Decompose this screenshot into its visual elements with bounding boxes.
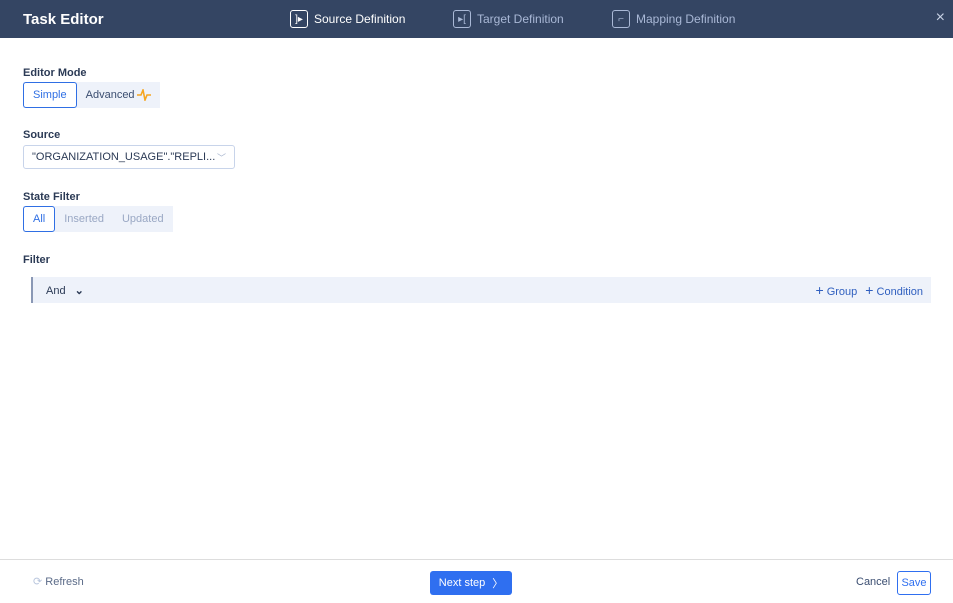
filter-label: Filter (23, 254, 50, 266)
refresh-icon: ⟳ (33, 576, 43, 588)
chevron-down-icon: ⌄ (74, 284, 84, 297)
mode-advanced[interactable]: Advanced (77, 82, 160, 108)
plus-icon: + (815, 282, 824, 298)
add-group-label: Group (826, 286, 858, 298)
tab-target-definition[interactable]: ▸[ Target Definition (453, 10, 564, 28)
mapping-icon: ⌐ (612, 10, 630, 28)
mode-simple[interactable]: Simple (23, 82, 77, 108)
next-step-button[interactable]: Next step 〉 (430, 571, 512, 595)
tab-mapping-definition[interactable]: ⌐ Mapping Definition (612, 10, 735, 28)
state-filter-label: State Filter (23, 191, 80, 203)
tab-source-definition[interactable]: ]▸ Source Definition (290, 10, 405, 28)
state-filter-toggle: All Inserted Updated (23, 206, 173, 232)
save-button[interactable]: Save (897, 571, 931, 595)
source-icon: ]▸ (290, 10, 308, 28)
footer: ⟳ Refresh Next step 〉 Cancel Save (0, 559, 953, 603)
filter-group: And ⌄ + Group + Condition (31, 277, 931, 303)
state-inserted[interactable]: Inserted (55, 206, 113, 232)
operator-select[interactable]: And ⌄ (46, 284, 84, 297)
editor-mode-label: Editor Mode (23, 67, 87, 79)
next-label: Next step (438, 577, 486, 589)
chevron-down-icon: ﹀ (216, 152, 226, 163)
refresh-label: Refresh (45, 576, 84, 588)
chevron-right-icon: 〉 (492, 578, 504, 590)
source-select[interactable]: "ORGANIZATION_USAGE"."REPLI... ﹀ (23, 145, 235, 169)
state-updated[interactable]: Updated (113, 206, 173, 232)
tab-label: Mapping Definition (636, 12, 736, 26)
source-label: Source (23, 129, 61, 141)
page-title: Task Editor (23, 11, 104, 28)
add-group-button[interactable]: + Group (815, 282, 857, 298)
state-all[interactable]: All (23, 206, 56, 232)
add-condition-button[interactable]: + Condition (865, 282, 923, 298)
pulse-icon (136, 89, 151, 101)
operator-value: And (46, 284, 66, 297)
target-icon: ▸[ (453, 10, 471, 28)
mode-advanced-label: Advanced (85, 89, 135, 101)
editor-mode-toggle: Simple Advanced (23, 82, 160, 108)
add-condition-label: Condition (876, 286, 923, 298)
close-icon[interactable]: × (936, 9, 945, 27)
refresh-button[interactable]: ⟳ Refresh (33, 575, 84, 588)
header: Task Editor ]▸ Source Definition ▸[ Target… (0, 0, 953, 38)
source-value: "ORGANIZATION_USAGE"."REPLI... (32, 151, 216, 163)
cancel-button[interactable]: Cancel (856, 576, 890, 588)
plus-icon: + (865, 282, 874, 298)
tab-label: Target Definition (477, 12, 564, 26)
tab-label: Source Definition (314, 12, 406, 26)
